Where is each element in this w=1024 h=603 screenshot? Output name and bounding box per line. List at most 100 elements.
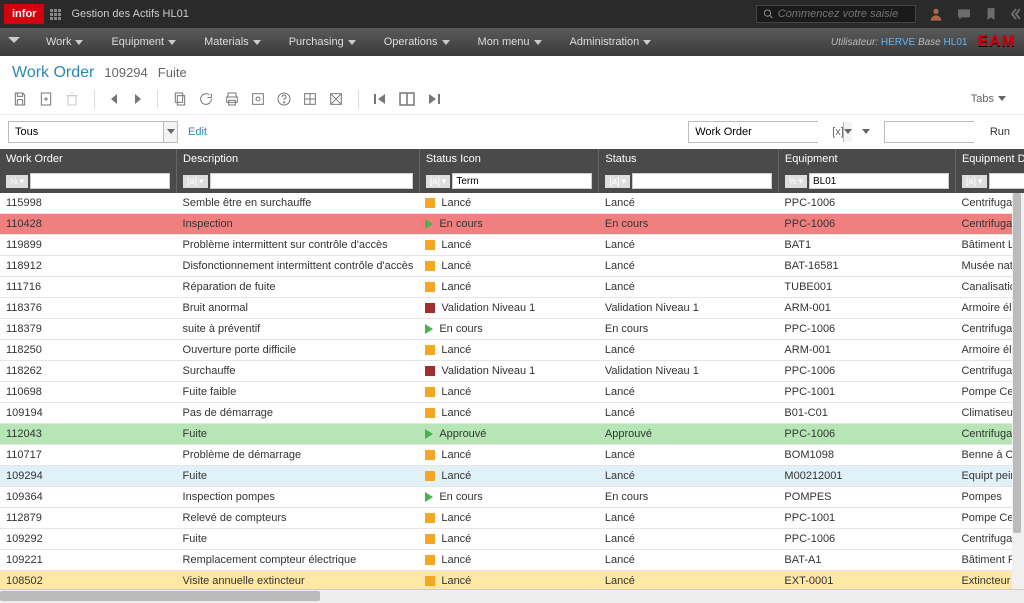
filter-input-equip[interactable]	[809, 173, 949, 189]
run-button[interactable]: Run	[984, 126, 1016, 138]
table-row[interactable]: 108502Visite annuelle extincteurLancéLan…	[0, 571, 1024, 590]
status-square-icon	[425, 471, 435, 481]
play-icon	[425, 492, 433, 502]
col-equipment[interactable]: Equipment	[778, 149, 955, 169]
filter-chevron-down-icon[interactable]	[858, 129, 874, 135]
first-panel-icon[interactable]	[373, 92, 389, 106]
col-work-order[interactable]: Work Order	[0, 149, 177, 169]
save-icon[interactable]	[12, 91, 28, 107]
table-row[interactable]: 109294FuiteLancéLancéM00212001Equipt pei…	[0, 466, 1024, 487]
menu-item-materials[interactable]: Materials	[190, 36, 275, 48]
cell-wo: 110717	[0, 445, 177, 466]
filter-op-status[interactable]: [a]▾	[605, 175, 630, 188]
table-row[interactable]: 110717Problème de démarrageLancéLancéBOM…	[0, 445, 1024, 466]
topbar: infor Gestion des Actifs HL01	[0, 0, 1024, 28]
table-row[interactable]: 110698Fuite faibleLancéLancéPPC-1001Pomp…	[0, 382, 1024, 403]
cell-status: Lancé	[599, 235, 779, 256]
tabs-dropdown[interactable]: Tabs	[971, 93, 1012, 105]
apps-icon[interactable]	[50, 9, 61, 20]
table-row[interactable]: 112043FuiteApprouvéApprouvéPPC-1006Centr…	[0, 424, 1024, 445]
prev-icon[interactable]	[109, 92, 121, 106]
next-icon[interactable]	[131, 92, 143, 106]
table-row[interactable]: 112879Relevé de compteursLancéLancéPPC-1…	[0, 508, 1024, 529]
cell-status: Lancé	[599, 529, 779, 550]
filter-input-edesc[interactable]	[989, 173, 1024, 189]
table-row[interactable]: 118912Disfonctionnement intermittent con…	[0, 256, 1024, 277]
collapse-icon[interactable]	[1010, 7, 1020, 21]
col-equipment-desc[interactable]: Equipment Description	[955, 149, 1024, 169]
menu-item-work[interactable]: Work	[32, 36, 97, 48]
work-order-grid: Work Order Description Status Icon Statu…	[0, 149, 1024, 589]
filter-input-desc[interactable]	[210, 173, 413, 189]
vertical-scrollbar[interactable]	[1012, 193, 1024, 589]
scope-combo[interactable]	[8, 121, 178, 143]
menu-item-equipment[interactable]: Equipment	[97, 36, 190, 48]
table-row[interactable]: 109221Remplacement compteur électriqueLa…	[0, 550, 1024, 571]
filter-op-edesc[interactable]: [a]▾	[962, 175, 987, 188]
help-icon[interactable]	[276, 91, 292, 107]
new-icon[interactable]	[38, 91, 54, 107]
refresh-icon[interactable]	[198, 91, 214, 107]
split-panel-icon[interactable]	[399, 92, 415, 106]
col-status-icon[interactable]: Status Icon	[419, 149, 599, 169]
col-status[interactable]: Status	[599, 149, 779, 169]
filter-op-equip[interactable]: ½▾	[785, 175, 807, 188]
infor-logo[interactable]: infor	[4, 4, 44, 24]
user-icon[interactable]	[928, 6, 944, 22]
menu-item-operations[interactable]: Operations	[370, 36, 464, 48]
status-square-icon	[425, 366, 435, 376]
cell-equipment: PPC-1006	[778, 529, 955, 550]
chevron-down-icon[interactable]	[163, 122, 177, 142]
cell-status: Approuvé	[599, 424, 779, 445]
cell-desc: Surchauffe	[177, 361, 420, 382]
cell-status: Lancé	[599, 403, 779, 424]
chat-icon[interactable]	[956, 6, 972, 22]
menu-handle-icon[interactable]	[8, 37, 20, 47]
grid-icon[interactable]	[302, 91, 318, 107]
edit-filter-link[interactable]: Edit	[188, 126, 207, 138]
global-search[interactable]	[756, 5, 916, 23]
filter-input-sicon[interactable]	[452, 173, 592, 189]
table-row[interactable]: 118262SurchauffeValidation Niveau 1Valid…	[0, 361, 1024, 382]
preview-icon[interactable]	[250, 91, 266, 107]
copy-icon[interactable]	[172, 91, 188, 107]
horizontal-scrollbar[interactable]	[0, 589, 1024, 603]
table-row[interactable]: 109364Inspection pompesEn coursEn coursP…	[0, 487, 1024, 508]
cell-desc: Pas de démarrage	[177, 403, 420, 424]
table-row[interactable]: 110428InspectionEn coursEn coursPPC-1006…	[0, 214, 1024, 235]
cell-wo: 112043	[0, 424, 177, 445]
table-row[interactable]: 118250Ouverture porte difficileLancéLanc…	[0, 340, 1024, 361]
menu-item-mon-menu[interactable]: Mon menu	[464, 36, 556, 48]
col-description[interactable]: Description	[177, 149, 420, 169]
entity-input[interactable]	[689, 122, 843, 142]
cell-status: Lancé	[599, 508, 779, 529]
table-row[interactable]: 118379suite à préventifEn coursEn coursP…	[0, 319, 1024, 340]
table-row[interactable]: 115998Semble être en surchauffeLancéLanc…	[0, 193, 1024, 214]
design-icon[interactable]	[328, 91, 344, 107]
cell-status-icon: Lancé	[419, 235, 599, 256]
cell-status: Validation Niveau 1	[599, 298, 779, 319]
reset-filter-icon[interactable]: [x]	[828, 126, 848, 138]
table-row[interactable]: 111716Réparation de fuiteLancéLancéTUBE0…	[0, 277, 1024, 298]
grid-container: Work Order Description Status Icon Statu…	[0, 149, 1024, 589]
print-icon[interactable]	[224, 91, 240, 107]
filter-op-wo[interactable]: ½▾	[6, 175, 28, 188]
filter-input-wo[interactable]	[30, 173, 170, 189]
last-panel-icon[interactable]	[425, 92, 441, 106]
delete-icon[interactable]	[64, 91, 80, 107]
table-row[interactable]: 109292FuiteLancéLancéPPC-1006Centrifugal…	[0, 529, 1024, 550]
entity-combo[interactable]	[688, 121, 818, 143]
filter-input-status[interactable]	[632, 173, 772, 189]
table-row[interactable]: 119899Problème intermittent sur contrôle…	[0, 235, 1024, 256]
filter-op-desc[interactable]: [a]▾	[183, 175, 208, 188]
menubar: Work Equipment Materials Purchasing Oper…	[0, 28, 1024, 56]
bookmark-icon[interactable]	[984, 6, 998, 22]
table-row[interactable]: 109194Pas de démarrageLancéLancéB01-C01C…	[0, 403, 1024, 424]
filter-op-sicon[interactable]: [a]▾	[426, 175, 451, 188]
table-row[interactable]: 118376Bruit anormalValidation Niveau 1Va…	[0, 298, 1024, 319]
menu-item-administration[interactable]: Administration	[556, 36, 666, 48]
menu-item-purchasing[interactable]: Purchasing	[275, 36, 370, 48]
quicksearch-combo[interactable]	[884, 121, 974, 143]
scope-input[interactable]	[9, 122, 163, 142]
search-input[interactable]	[778, 8, 909, 20]
